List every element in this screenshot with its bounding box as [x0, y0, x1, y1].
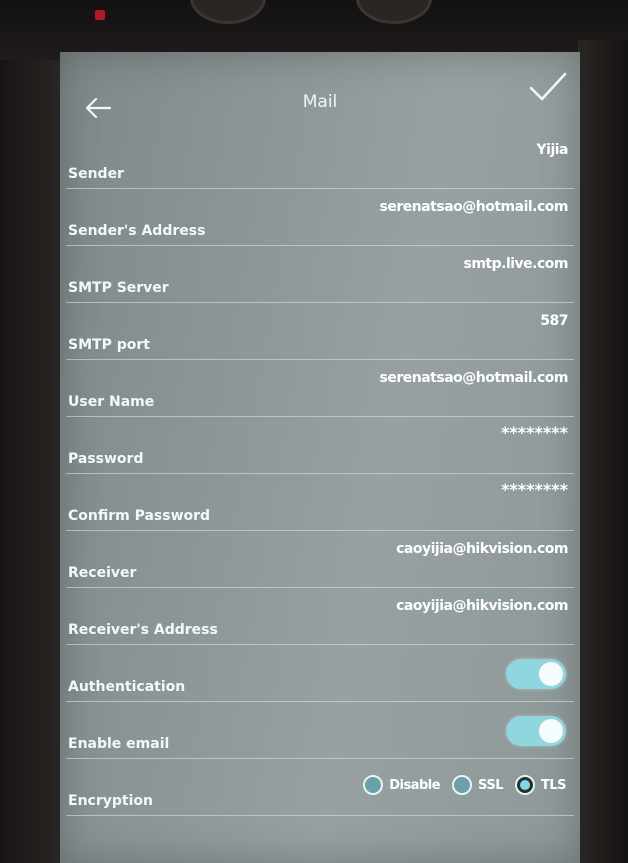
field-label: SMTP port — [68, 337, 150, 353]
field-value[interactable]: caoyijia@hikvision.com — [396, 541, 568, 557]
device-right-bezel — [578, 40, 628, 863]
field-value[interactable]: serenatsao@hotmail.com — [380, 199, 569, 215]
field-receiver[interactable]: Receiver caoyijia@hikvision.com — [66, 531, 574, 588]
field-value[interactable]: caoyijia@hikvision.com — [396, 598, 568, 614]
toggle-knob — [539, 719, 563, 743]
field-confirm-password[interactable]: Confirm Password ******** — [66, 474, 574, 531]
field-sender-address[interactable]: Sender's Address serenatsao@hotmail.com — [66, 189, 574, 246]
toggle-row-enable-email: Enable email — [66, 702, 574, 759]
encryption-label: Encryption — [68, 793, 153, 809]
radio-label-disable: Disable — [389, 777, 441, 793]
field-value[interactable]: 587 — [540, 313, 568, 329]
password-value[interactable]: ******** — [501, 423, 568, 442]
field-label: Receiver — [68, 565, 137, 581]
check-icon[interactable] — [528, 70, 568, 104]
header: Mail — [60, 52, 580, 119]
field-label: Sender's Address — [68, 223, 206, 239]
toggle-label: Enable email — [68, 736, 170, 752]
toggle-row-authentication: Authentication — [66, 645, 574, 702]
field-label: User Name — [68, 394, 155, 410]
radio-disable[interactable] — [363, 775, 384, 795]
enable-email-toggle[interactable] — [506, 716, 566, 746]
settings-list: Sender Yijia Sender's Address serenatsao… — [60, 132, 580, 816]
page-title: Mail — [302, 92, 338, 112]
camera-lens — [190, 0, 266, 24]
mail-settings-screen: Mail Sender Yijia Sender's Address seren… — [60, 52, 580, 863]
indicator-led — [95, 10, 105, 20]
field-receiver-address[interactable]: Receiver's Address caoyijia@hikvision.co… — [66, 588, 574, 645]
radio-ssl[interactable] — [452, 775, 473, 795]
field-value[interactable]: Yijia — [537, 142, 569, 158]
field-value[interactable]: serenatsao@hotmail.com — [380, 370, 569, 386]
toggle-knob — [539, 662, 563, 686]
radio-label-ssl: SSL — [478, 777, 503, 793]
device-left-bezel — [0, 60, 62, 863]
authentication-toggle[interactable] — [506, 659, 566, 689]
field-label: Password — [68, 451, 144, 467]
encryption-radio-group: Disable SSL TLS — [363, 775, 572, 795]
toggle-label: Authentication — [68, 679, 186, 695]
field-smtp-port[interactable]: SMTP port 587 — [66, 303, 574, 360]
field-smtp-server[interactable]: SMTP Server smtp.live.com — [66, 246, 574, 303]
password-value[interactable]: ******** — [501, 480, 568, 499]
field-password[interactable]: Password ******** — [66, 417, 574, 474]
field-label: Receiver's Address — [68, 622, 218, 638]
field-sender[interactable]: Sender Yijia — [66, 132, 574, 189]
encryption-row: Encryption Disable SSL TLS — [66, 759, 574, 816]
field-label: Sender — [68, 166, 124, 182]
camera-lens — [356, 0, 432, 24]
field-user-name[interactable]: User Name serenatsao@hotmail.com — [66, 360, 574, 417]
radio-label-tls: TLS — [540, 777, 567, 793]
field-label: Confirm Password — [68, 508, 211, 524]
field-label: SMTP Server — [68, 280, 169, 296]
radio-tls[interactable] — [514, 775, 535, 795]
field-value[interactable]: smtp.live.com — [464, 256, 569, 272]
device-top-bezel — [0, 0, 628, 60]
